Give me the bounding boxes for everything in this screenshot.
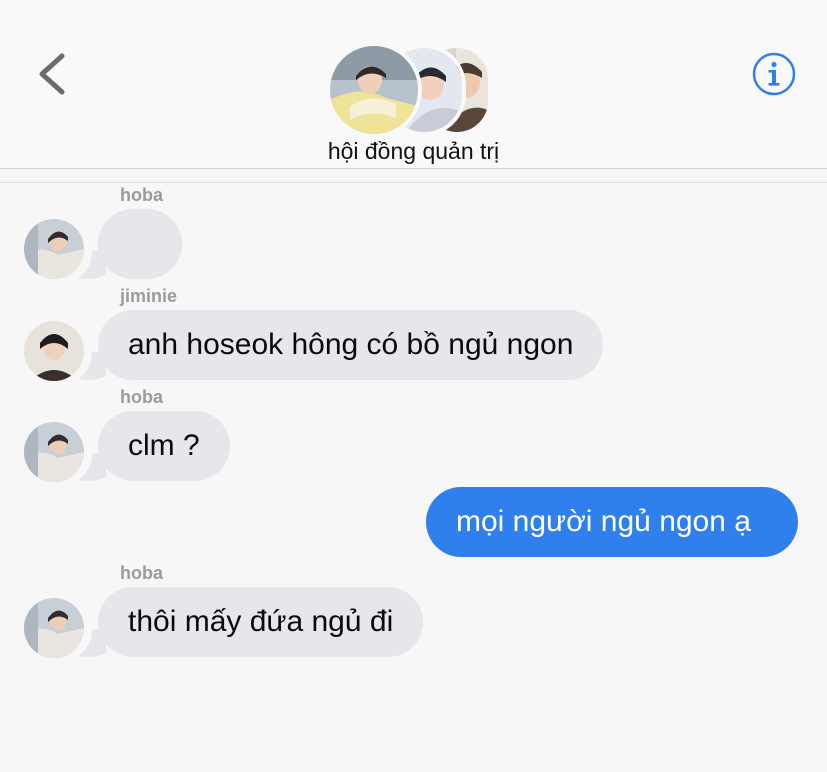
message-bubble[interactable]: thôi mấy đứa ngủ đi (98, 587, 424, 657)
message-bubble[interactable] (98, 209, 182, 279)
avatar[interactable] (24, 422, 84, 482)
group-name[interactable]: hội đồng quản trị (0, 138, 827, 165)
info-circle-icon (752, 52, 796, 96)
sender-name: jiminie (120, 286, 178, 306)
outgoing-message-bubble[interactable]: mọi người ngủ ngon ạ (426, 487, 798, 557)
message-bubble[interactable]: anh hoseok hông có bồ ngủ ngon (98, 310, 604, 380)
group-avatar-stack[interactable] (326, 42, 496, 138)
conversation-header: hội đồng quản trị (0, 0, 827, 169)
avatar[interactable] (24, 321, 84, 381)
avatar[interactable] (24, 598, 84, 658)
header-divider (0, 182, 827, 183)
back-button[interactable] (30, 48, 78, 100)
sender-name: hoba (120, 185, 163, 205)
sender-name: hoba (120, 563, 163, 583)
group-member-avatar (326, 42, 422, 138)
avatar[interactable] (24, 219, 84, 279)
sender-name: hoba (120, 387, 163, 407)
message-bubble[interactable]: clm ? (98, 411, 230, 481)
info-button[interactable] (752, 52, 796, 96)
chevron-left-icon (39, 53, 65, 95)
